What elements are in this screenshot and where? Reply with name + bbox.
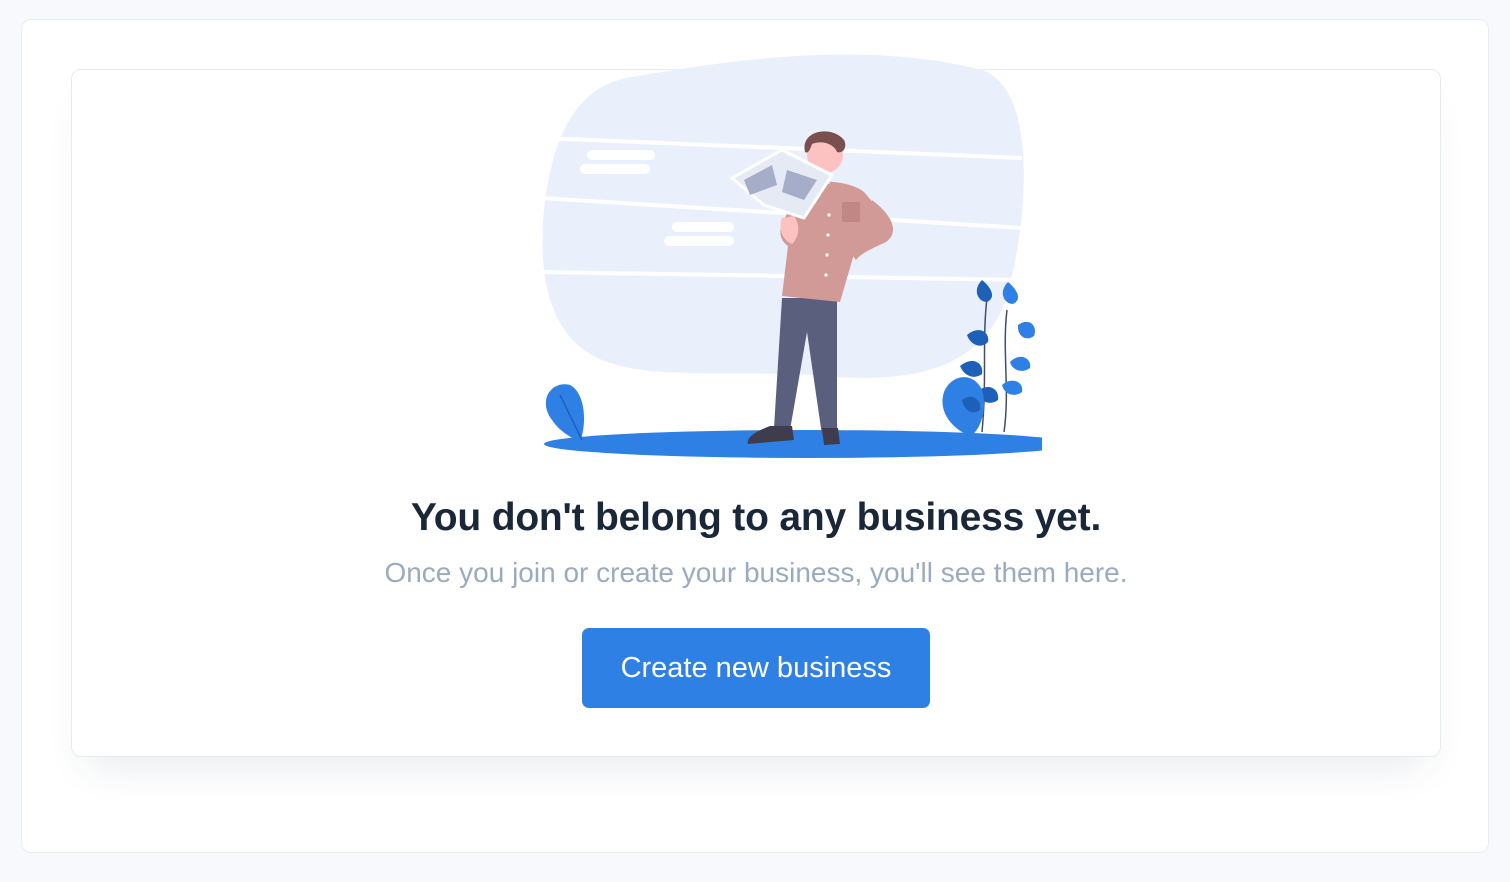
- outer-panel: You don't belong to any business yet. On…: [21, 19, 1489, 853]
- empty-state-card: You don't belong to any business yet. On…: [71, 54, 1441, 757]
- empty-state-illustration: [541, 54, 1042, 458]
- empty-state-subtitle: Once you join or create your business, y…: [384, 557, 1128, 588]
- create-new-business-button[interactable]: Create new business: [582, 628, 930, 708]
- empty-state-title: You don't belong to any business yet.: [410, 496, 1102, 539]
